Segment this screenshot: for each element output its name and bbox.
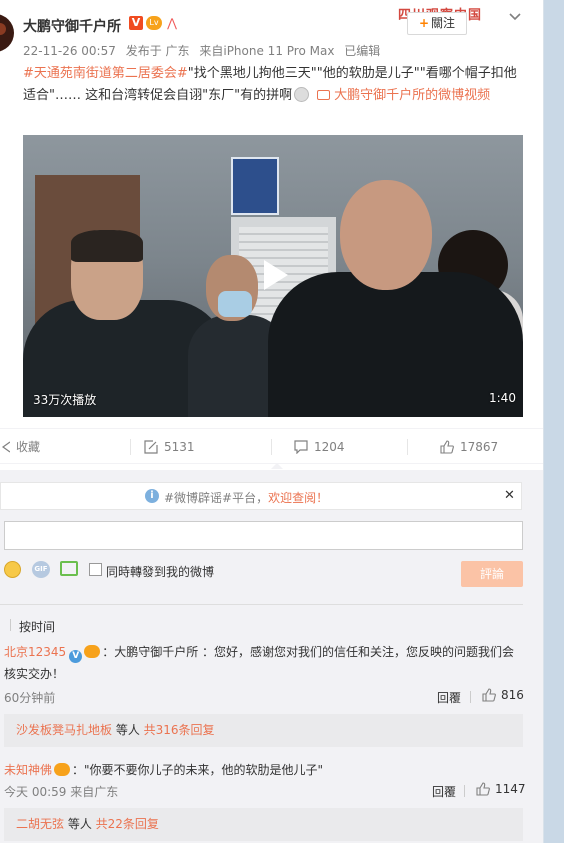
sub-reply-mid: 等人 (112, 723, 144, 737)
post-hashtag[interactable]: #天通苑南街道第二居委会# (23, 66, 188, 81)
comment-count: 1204 (314, 440, 345, 454)
level-badge-icon: Lv (146, 16, 162, 30)
image-upload-icon[interactable] (60, 561, 78, 576)
user-badges: V Lv ⋀ (129, 16, 179, 30)
repost-count: 5131 (164, 440, 195, 454)
sub-replies-link[interactable]: 二胡无弦 等人 共22条回复 (4, 808, 523, 841)
comment-like-count: 1147 (495, 782, 526, 796)
chevron-down-icon[interactable] (508, 10, 522, 24)
sub-reply-count: 共22条回复 (95, 817, 159, 831)
video-frame-person (268, 180, 523, 417)
video-view-count: 33万次播放 (33, 393, 97, 407)
verified-badge-icon: V (69, 650, 83, 663)
video-player[interactable]: 33万次播放 1:40 (23, 135, 523, 417)
follow-button[interactable]: + 關注 (407, 12, 467, 35)
post-meta: 22-11-26 00:57 发布于 广东 来自iPhone 11 Pro Ma… (23, 42, 386, 59)
comment-like-count: 816 (501, 688, 524, 702)
level-badge-icon (54, 763, 71, 776)
favorite-label: 收藏 (16, 440, 41, 454)
section-divider (0, 604, 523, 605)
repost-icon (144, 440, 158, 454)
sort-by-time[interactable]: 按时间 (19, 618, 55, 635)
reply-button[interactable]: 回覆 (437, 689, 461, 706)
rumor-notice-bar: i #微博辟谣#平台，欢迎查阅！ ✕ (0, 482, 522, 510)
avatar[interactable] (0, 14, 14, 52)
verified-badge-icon: V (129, 16, 143, 30)
comment-time: 今天 00:59 来自广东 (4, 785, 119, 799)
comment-time: 60分钟前 (4, 691, 56, 705)
repost-checkbox-label: 同時轉發到我的微博 (106, 565, 215, 579)
follow-label: 關注 (431, 16, 456, 30)
repost-checkbox[interactable] (89, 563, 102, 576)
comment-item: 北京12345 V ：大鹏守御千户所 ：您好，感谢您对我们的信任和关注，您反映的问题… (4, 641, 523, 685)
like-button[interactable]: 17867 (440, 429, 498, 465)
comment-like-button[interactable]: 1147 (476, 782, 526, 796)
reply-button[interactable]: 回覆 (432, 783, 456, 800)
comment-like-button[interactable]: 816 (482, 688, 524, 702)
play-icon[interactable] (256, 257, 292, 293)
comment-input[interactable] (4, 521, 523, 550)
comment-button[interactable]: 1204 (294, 429, 345, 465)
post-edited[interactable]: 已编辑 (344, 44, 380, 58)
action-divider (271, 439, 272, 455)
post-username[interactable]: 大鹏守御千户所 (23, 16, 121, 36)
sub-reply-count: 共316条回复 (143, 723, 215, 737)
sub-replies-link[interactable]: 沙发板凳马扎地板 等人 共316条回复 (4, 714, 523, 747)
gif-icon[interactable]: GIF (32, 561, 50, 578)
star-icon (1, 441, 10, 453)
page-background-strip (543, 0, 564, 843)
comment-text: ："你要不要你儿子的未来，他的软肋是他儿子" (72, 763, 324, 777)
favorite-button[interactable]: 收藏 (0, 429, 40, 465)
action-divider (407, 439, 408, 455)
plus-icon: + (418, 16, 430, 30)
action-divider (130, 439, 131, 455)
emoji-picker-icon[interactable] (4, 561, 21, 578)
close-icon[interactable]: ✕ (504, 488, 515, 503)
emoji-icon (294, 87, 310, 102)
info-icon: i (145, 489, 159, 503)
post-content: #天通苑南街道第二居委会#"找个黑地儿拘他三天""他的软肋是儿子""看哪个帽子扣… (23, 63, 528, 107)
hand-badge-icon: ⋀ (167, 16, 177, 30)
post-location: 发布于 广东 (125, 44, 190, 58)
post-source: 来自iPhone 11 Pro Max (199, 44, 335, 58)
repost-button[interactable]: 5131 (144, 429, 195, 465)
thumbs-up-icon (476, 782, 490, 796)
level-badge-icon (84, 645, 101, 658)
video-link-icon (317, 90, 331, 100)
active-tab-indicator (271, 463, 283, 469)
comment-username[interactable]: 未知神佛 (4, 763, 52, 777)
thumbs-up-icon (482, 688, 496, 702)
submit-comment-button[interactable]: 評論 (461, 561, 523, 587)
comment-action-divider (470, 691, 471, 703)
comment-icon (294, 440, 308, 454)
comment-item: 未知神佛 ："你要不要你儿子的未来，他的软肋是他儿子" (4, 759, 523, 781)
comment-username[interactable]: 北京12345 (4, 645, 66, 659)
thumbs-up-icon (440, 440, 454, 454)
post-timestamp[interactable]: 22-11-26 00:57 (23, 44, 116, 58)
notice-text[interactable]: #微博辟谣#平台，欢迎查阅！ (164, 489, 328, 506)
sort-indicator (10, 619, 11, 631)
sub-reply-users: 沙发板凳马扎地板 (16, 723, 113, 737)
sub-reply-mid: 等人 (64, 817, 96, 831)
notice-highlight[interactable]: 欢迎查阅！ (268, 491, 328, 505)
video-duration: 1:40 (489, 391, 516, 405)
comment-text: ：大鹏守御千户所 ：您好，感谢您对我们的信任和关注，您反映的问题我们会核实交办！ (4, 645, 515, 681)
video-link[interactable]: 大鹏守御千户所的微博视频 (334, 88, 490, 103)
comment-action-divider (464, 785, 465, 797)
sub-reply-users: 二胡无弦 (16, 817, 65, 831)
notice-prefix: #微博辟谣#平台， (164, 491, 269, 505)
like-count: 17867 (460, 440, 499, 454)
post-actions-bar: 收藏 5131 1204 17867 (0, 428, 543, 469)
comment-sort-bar: 按时间 (0, 616, 523, 636)
weibo-post-card: 大鹏守御千户所 V Lv ⋀ 四川观察中国 +關注 22-11-26 00:57… (0, 0, 543, 843)
